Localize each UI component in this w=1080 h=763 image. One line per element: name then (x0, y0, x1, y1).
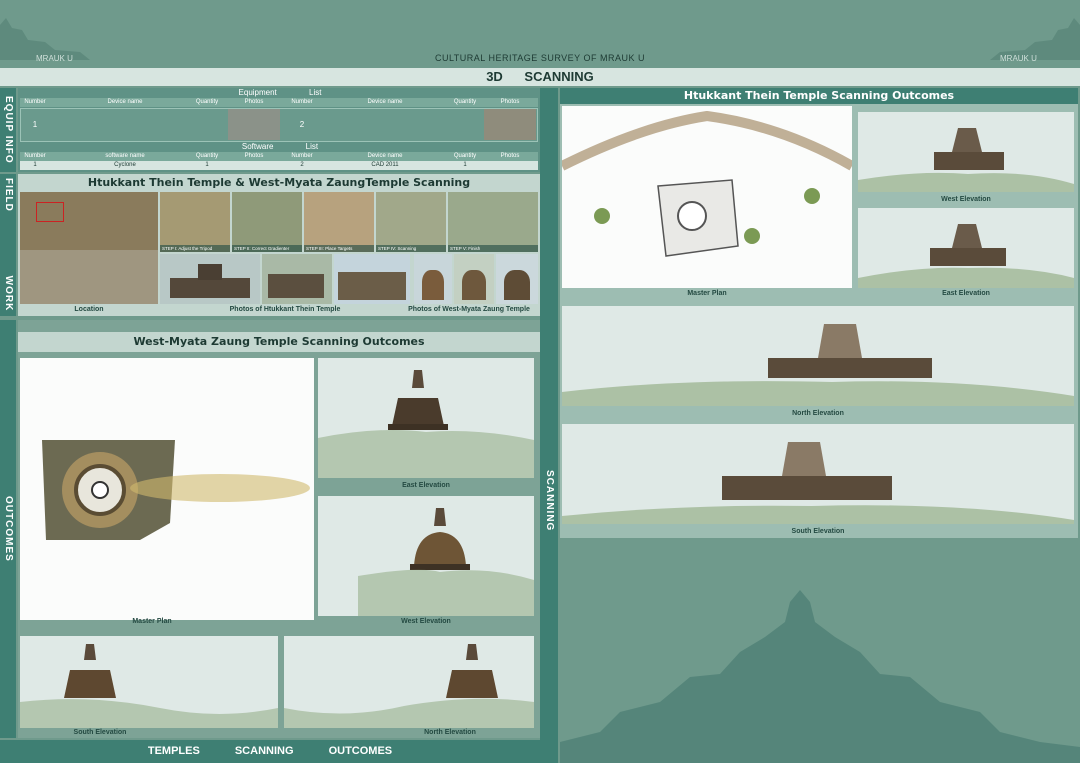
caption-htukkant-north-elevation: North Elevation (792, 410, 844, 417)
sw-row-name1: Cyclone (114, 162, 136, 168)
step-photo-5: STEP V: Finish (448, 192, 538, 252)
htukkant-west-elevation-scan (858, 128, 1074, 192)
step-photo-3: STEP III: Place Targets (304, 192, 374, 252)
eq-h-number2: Number (291, 99, 313, 105)
eq-h-photos2: Photos (500, 99, 520, 105)
htukkant-south-elevation (562, 424, 1074, 524)
eq-h-photos1: Photos (244, 99, 264, 105)
sw-h-number1: Number (24, 153, 46, 159)
west-master-plan-scan (42, 440, 310, 540)
tab-outcomes: OUTCOMES (0, 320, 16, 738)
tab-equip-info: EQUIP INFO (0, 88, 16, 172)
westmyata-photo-3 (496, 254, 538, 304)
temple-silhouette-bottom (560, 590, 1080, 763)
htukkant-photo-2 (262, 254, 332, 304)
sw-h-qty2: Quantity (453, 153, 477, 159)
step-photo-2: STEP II: Correct Gradienter (232, 192, 302, 252)
temple-silhouette-left (0, 18, 90, 60)
eq-h-qty1: Quantity (195, 99, 219, 105)
step-caption-4: STEP IV: Scanning (376, 245, 446, 252)
west-east-elevation (318, 358, 534, 478)
tab-field-work: FIELD WORK (0, 174, 16, 316)
west-north-elevation-scan (284, 644, 534, 728)
caption-location: Location (74, 306, 104, 313)
west-west-elevation (318, 496, 534, 616)
sw-h-photos2: Photos (500, 153, 520, 159)
west-north-elevation (284, 636, 534, 728)
htukkant-master-plan (562, 106, 852, 288)
brand-left: MRAUK U (36, 54, 73, 63)
caption-west-north-elevation: North Elevation (424, 729, 476, 736)
sw-row-qty1: 1 (205, 162, 209, 168)
westmyata-photo-1 (414, 254, 452, 304)
htukkant-east-elevation-scan (858, 224, 1074, 288)
temple-silhouette-right (990, 18, 1080, 60)
eq-h-device2: Device name (367, 99, 403, 105)
step-caption-3: STEP III: Place Targets (304, 245, 374, 252)
westmyata-photo-2 (454, 254, 494, 304)
tab-scanning: SCANNING (540, 88, 558, 763)
footer-label: TEMPLES SCANNING OUTCOMES (147, 745, 393, 757)
htukkant-master-plan-scan (562, 110, 852, 257)
eq-h-number1: Number (24, 99, 46, 105)
caption-htukkant-east-elevation: East Elevation (942, 290, 990, 297)
step-caption-1: STEP I: Adjust the Tripod (160, 245, 230, 252)
location-map (20, 192, 158, 304)
equipment-photo-1 (228, 109, 280, 140)
step-photo-4: STEP IV: Scanning (376, 192, 446, 252)
sw-row-number2: 2 (300, 162, 304, 168)
caption-west-west-elevation: West Elevation (401, 618, 451, 625)
sw-row-name2: CAD 2011 (371, 162, 399, 168)
software-title: Software List (241, 142, 319, 151)
htukkant-north-elevation-scan (562, 324, 1074, 406)
sw-row-qty2: 1 (463, 162, 467, 168)
sw-h-device2: Device name (367, 153, 403, 159)
htukkant-photo-3 (334, 254, 410, 304)
field-work-title: Htukkant Thein Temple & West-Myata Zaung… (87, 176, 471, 189)
caption-htukkant-west-elevation: West Elevation (941, 196, 991, 203)
htukkant-north-elevation (562, 306, 1074, 406)
eq-h-qty2: Quantity (453, 99, 477, 105)
caption-htukkant-photos: Photos of Htukkant Thein Temple (229, 306, 341, 313)
caption-westmyata-photos: Photos of West-Myata Zaung Temple (408, 306, 530, 313)
eq-h-device1: Device name (107, 99, 143, 105)
step-caption-2: STEP II: Correct Gradienter (232, 245, 302, 252)
step-photo-1: STEP I: Adjust the Tripod (160, 192, 230, 252)
west-south-elevation (20, 636, 278, 728)
htukkant-west-elevation (858, 112, 1074, 192)
survey-title: CULTURAL HERITAGE SURVEY OF MRAUK U (434, 53, 646, 63)
eq-row2-number: 2 (299, 120, 305, 129)
caption-west-master-plan: Master Plan (132, 618, 172, 625)
sw-h-number2: Number (291, 153, 313, 159)
htukkant-outcomes-title: Htukkant Thein Temple Scanning Outcomes (683, 89, 955, 102)
equipment-photo-2 (484, 109, 536, 140)
west-west-elevation-scan (358, 508, 534, 616)
sw-h-software1: software name (105, 153, 145, 159)
equipment-title: Equipment List (238, 88, 322, 97)
step-caption-5: STEP V: Finish (448, 245, 538, 252)
caption-htukkant-master-plan: Master Plan (687, 290, 727, 297)
west-east-elevation-scan (318, 370, 534, 478)
west-south-elevation-scan (20, 644, 278, 728)
htukkant-south-elevation-scan (562, 442, 1074, 524)
htukkant-photo-1 (160, 254, 260, 304)
sw-h-qty1: Quantity (195, 153, 219, 159)
west-master-plan (20, 358, 314, 620)
htukkant-east-elevation (858, 208, 1074, 288)
eq-row1-number: 1 (32, 120, 38, 129)
west-outcomes-title: West-Myata Zaung Temple Scanning Outcome… (133, 335, 425, 348)
sw-row-number1: 1 (33, 162, 37, 168)
sw-h-photos1: Photos (244, 153, 264, 159)
caption-west-east-elevation: East Elevation (402, 482, 450, 489)
caption-htukkant-south-elevation: South Elevation (791, 528, 845, 535)
brand-right: MRAUK U (1000, 54, 1037, 63)
section-title: 3D SCANNING (486, 69, 594, 84)
caption-west-south-elevation: South Elevation (73, 729, 127, 736)
